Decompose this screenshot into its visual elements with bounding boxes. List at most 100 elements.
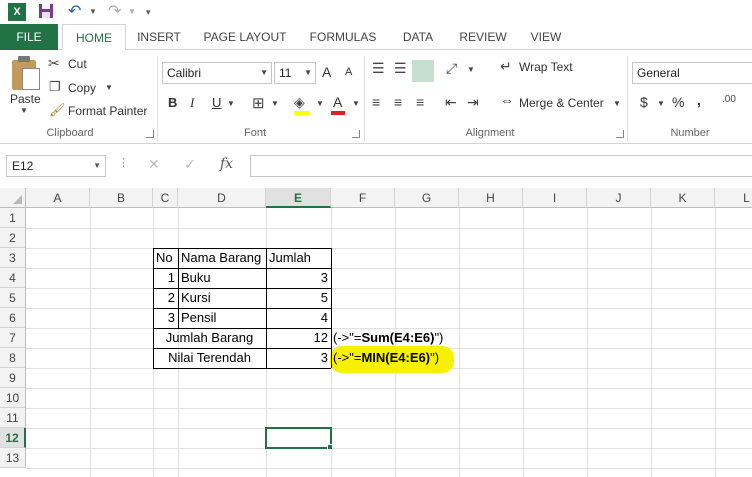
cell-d6[interactable]: Pensil bbox=[178, 308, 266, 328]
align-middle-icon[interactable]: ☰ bbox=[394, 60, 407, 77]
formula-input[interactable] bbox=[250, 155, 752, 177]
currency-dropdown-icon[interactable]: ▼ bbox=[657, 99, 665, 108]
fill-color-icon[interactable]: ◈ bbox=[294, 94, 305, 111]
percent-button[interactable]: % bbox=[672, 94, 684, 110]
increase-indent-icon[interactable]: ⇥ bbox=[467, 94, 479, 111]
column-header-f[interactable]: F bbox=[331, 188, 395, 208]
cell-c7-merged[interactable]: Jumlah Barang bbox=[153, 328, 266, 348]
alignment-launcher-icon[interactable] bbox=[616, 130, 624, 138]
font-name-select[interactable]: Calibri ▼ bbox=[162, 62, 272, 84]
name-box[interactable]: E12 ▼ bbox=[6, 155, 106, 177]
row-header-6[interactable]: 6 bbox=[0, 308, 26, 328]
tab-formulas[interactable]: FORMULAS bbox=[302, 24, 384, 50]
column-header-a[interactable]: A bbox=[26, 188, 90, 208]
tab-page-layout[interactable]: PAGE LAYOUT bbox=[196, 24, 294, 50]
row-header-13[interactable]: 13 bbox=[0, 448, 26, 468]
row-header-7[interactable]: 7 bbox=[0, 328, 26, 348]
font-color-button[interactable]: A bbox=[333, 94, 342, 110]
underline-dropdown-icon[interactable]: ▼ bbox=[227, 99, 235, 108]
grow-font-button[interactable]: A bbox=[322, 64, 331, 80]
column-header-d[interactable]: D bbox=[178, 188, 266, 208]
tab-data[interactable]: DATA bbox=[392, 24, 444, 50]
align-center-icon[interactable]: ≡ bbox=[394, 94, 402, 110]
tab-home[interactable]: HOME bbox=[62, 24, 126, 51]
wrap-text-button[interactable]: Wrap Text bbox=[519, 60, 573, 74]
row-header-11[interactable]: 11 bbox=[0, 408, 26, 428]
borders-dropdown-icon[interactable]: ▼ bbox=[271, 99, 279, 108]
cancel-icon[interactable]: ✕ bbox=[148, 156, 160, 173]
tab-view[interactable]: VIEW bbox=[522, 24, 570, 50]
fill-handle[interactable] bbox=[327, 444, 333, 450]
enter-icon[interactable]: ✓ bbox=[184, 156, 196, 173]
currency-button[interactable]: $ bbox=[640, 94, 648, 110]
orientation-dropdown-icon[interactable]: ▼ bbox=[467, 65, 475, 74]
insert-function-icon[interactable]: fx bbox=[220, 156, 233, 172]
shrink-font-button[interactable]: A bbox=[345, 66, 352, 78]
column-header-g[interactable]: G bbox=[395, 188, 459, 208]
merge-center-button[interactable]: Merge & Center bbox=[519, 96, 604, 110]
tab-file[interactable]: FILE bbox=[0, 24, 58, 50]
cell-e3[interactable]: Jumlah bbox=[266, 248, 331, 268]
cell-d4[interactable]: Buku bbox=[178, 268, 266, 288]
copy-button[interactable]: Copy bbox=[68, 81, 96, 95]
cell-c3[interactable]: No bbox=[153, 248, 178, 268]
row-header-4[interactable]: 4 bbox=[0, 268, 26, 288]
column-header-h[interactable]: H bbox=[459, 188, 523, 208]
column-header-e[interactable]: E bbox=[266, 188, 331, 208]
row-header-9[interactable]: 9 bbox=[0, 368, 26, 388]
cell-e7[interactable]: 12 bbox=[266, 328, 331, 348]
font-color-dropdown-icon[interactable]: ▼ bbox=[352, 99, 360, 108]
excel-logo-icon[interactable]: X bbox=[8, 3, 26, 21]
orientation-icon[interactable]: ⤢ bbox=[446, 60, 457, 77]
cell-e5[interactable]: 5 bbox=[266, 288, 331, 308]
cell-d5[interactable]: Kursi bbox=[178, 288, 266, 308]
copy-icon[interactable]: ❐ bbox=[49, 79, 61, 95]
column-header-k[interactable]: K bbox=[651, 188, 715, 208]
more-icon[interactable]: ⋮ bbox=[118, 156, 129, 169]
underline-button[interactable]: U bbox=[212, 95, 221, 110]
format-painter-button[interactable]: Format Painter bbox=[68, 104, 147, 118]
column-header-j[interactable]: J bbox=[587, 188, 651, 208]
row-header-5[interactable]: 5 bbox=[0, 288, 26, 308]
align-right-icon[interactable]: ≡ bbox=[416, 94, 424, 110]
decrease-indent-icon[interactable]: ⇤ bbox=[445, 94, 457, 111]
copy-dropdown-icon[interactable]: ▼ bbox=[105, 83, 113, 92]
customize-qat-icon[interactable]: ▾ bbox=[146, 3, 151, 21]
undo-dropdown-icon[interactable]: ▼ bbox=[89, 3, 97, 21]
italic-button[interactable]: I bbox=[190, 95, 194, 111]
align-bottom-icon[interactable] bbox=[412, 60, 434, 82]
select-all-button[interactable] bbox=[0, 188, 26, 208]
cell-e8[interactable]: 3 bbox=[266, 348, 331, 368]
tab-insert[interactable]: INSERT bbox=[130, 24, 188, 50]
cell-c6[interactable]: 3 bbox=[153, 308, 178, 328]
save-icon[interactable] bbox=[38, 3, 54, 21]
row-header-1[interactable]: 1 bbox=[0, 208, 26, 228]
row-header-3[interactable]: 3 bbox=[0, 248, 26, 268]
tab-review[interactable]: REVIEW bbox=[452, 24, 514, 50]
format-painter-icon[interactable]: 🖌 bbox=[49, 102, 66, 118]
paste-button[interactable]: Paste bbox=[10, 92, 41, 106]
align-left-icon[interactable]: ≡ bbox=[372, 94, 380, 110]
paste-dropdown-icon[interactable]: ▼ bbox=[20, 106, 28, 115]
cell-f8-note[interactable]: (->"=MIN(E4:E6)") bbox=[331, 348, 461, 368]
font-launcher-icon[interactable] bbox=[352, 130, 360, 138]
row-header-10[interactable]: 10 bbox=[0, 388, 26, 408]
bold-button[interactable]: B bbox=[168, 95, 177, 110]
cell-c8-merged[interactable]: Nilai Terendah bbox=[153, 348, 266, 368]
column-header-l[interactable]: L bbox=[715, 188, 752, 208]
cut-button[interactable]: Cut bbox=[68, 57, 87, 71]
borders-icon[interactable]: ⊞ bbox=[252, 94, 265, 112]
row-header-8[interactable]: 8 bbox=[0, 348, 26, 368]
column-header-i[interactable]: I bbox=[523, 188, 587, 208]
cell-f7-note[interactable]: (->"=Sum(E4:E6)") bbox=[331, 328, 461, 348]
cell-e4[interactable]: 3 bbox=[266, 268, 331, 288]
cell-e6[interactable]: 4 bbox=[266, 308, 331, 328]
fill-color-dropdown-icon[interactable]: ▼ bbox=[316, 99, 324, 108]
redo-icon[interactable]: ↷ bbox=[108, 3, 121, 21]
column-header-c[interactable]: C bbox=[153, 188, 178, 208]
paste-icon[interactable] bbox=[10, 56, 42, 92]
font-size-select[interactable]: 11 ▼ bbox=[274, 62, 316, 84]
comma-button[interactable]: , bbox=[697, 92, 701, 108]
cell-c5[interactable]: 2 bbox=[153, 288, 178, 308]
wrap-text-icon[interactable]: ↵ bbox=[500, 58, 512, 75]
